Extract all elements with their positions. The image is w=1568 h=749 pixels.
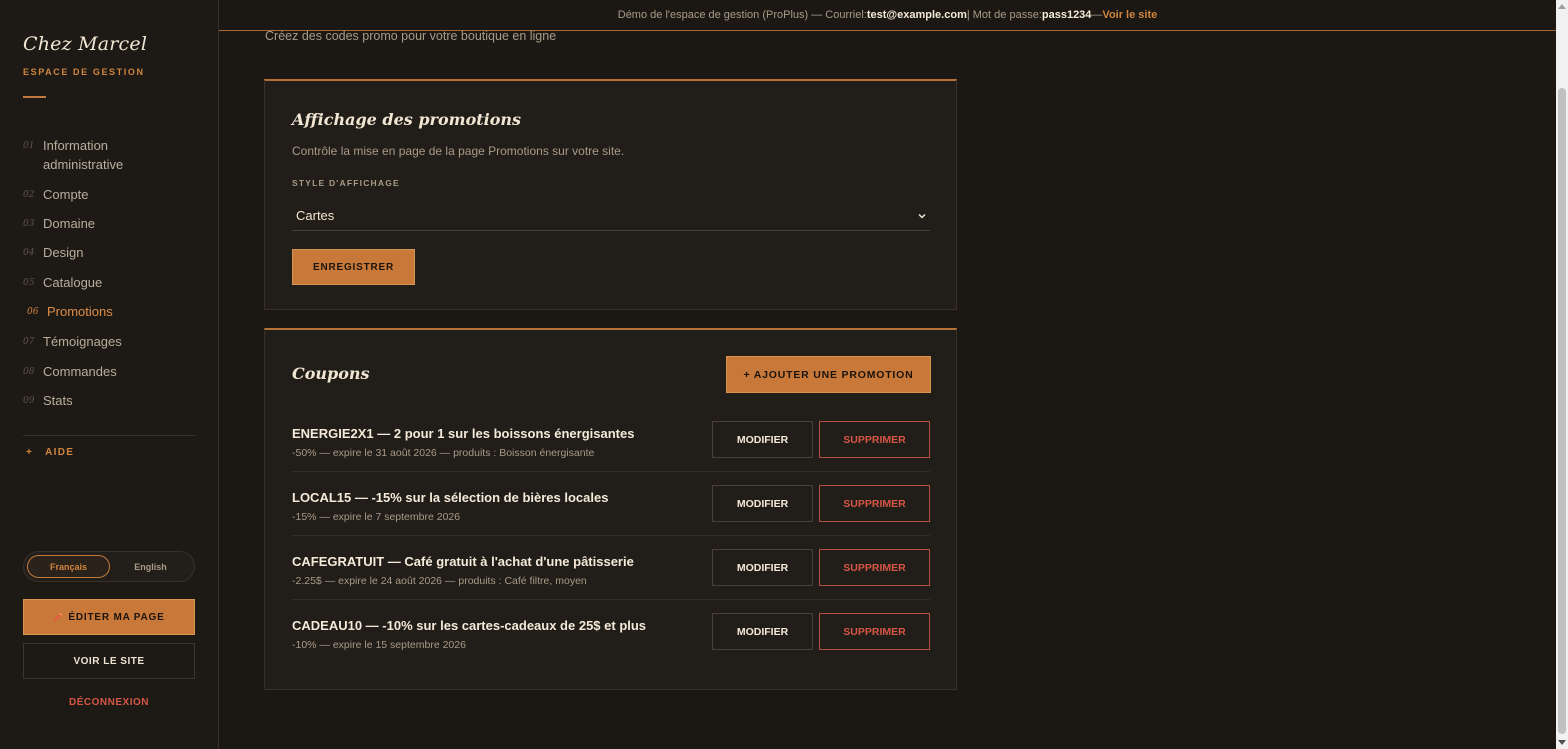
pencil-icon [54, 613, 63, 621]
save-button[interactable]: ENREGISTRER [292, 249, 415, 285]
brand-divider [23, 96, 46, 98]
sidebar-item-commandes[interactable]: 08 Commandes [23, 362, 195, 391]
modify-button[interactable]: MODIFIER [712, 549, 813, 586]
banner-view-site-link[interactable]: Voir le site [1102, 9, 1157, 21]
banner-separator: | Mot de passe: [966, 9, 1042, 21]
coupon-details: -2.25$ — expire le 24 août 2026 — produi… [292, 575, 587, 587]
sidebar-item-design[interactable]: 04 Design [23, 243, 195, 273]
display-style-select[interactable]: Cartes [292, 201, 930, 231]
banner-email: test@example.com [866, 9, 967, 21]
language-toggle: Français English [23, 551, 195, 582]
sidebar-item-label: Commandes [43, 364, 117, 379]
banner-prefix: Démo de l'espace de gestion (ProPlus) — … [617, 9, 867, 21]
banner-password: pass1234 [1041, 9, 1092, 21]
modify-button[interactable]: MODIFIER [712, 613, 813, 650]
edit-page-label: ÉDITER MA PAGE [68, 611, 165, 623]
sidebar-item-label: Compte [43, 187, 89, 202]
help-link[interactable]: + AIDE [26, 447, 74, 458]
coupon-title: CAFEGRATUIT — Café gratuit à l'achat d'u… [292, 554, 634, 569]
help-label: AIDE [45, 447, 75, 458]
edit-page-button[interactable]: ÉDITER MA PAGE [23, 599, 195, 635]
sidebar-item-compte[interactable]: 02 Compte [23, 185, 195, 214]
modify-button[interactable]: MODIFIER [712, 485, 813, 522]
nav-number: 06 [27, 307, 39, 317]
modify-button[interactable]: MODIFIER [712, 421, 813, 458]
sidebar-item-stats[interactable]: 09 Stats [23, 391, 195, 420]
select-value: Cartes [296, 208, 335, 223]
promotions-display-panel: Affichage des promotions Contrôle la mis… [264, 79, 957, 310]
coupon-details: -50% — expire le 31 août 2026 — produits… [292, 447, 595, 459]
panel-title: Coupons [292, 364, 370, 383]
nav-number: 04 [23, 248, 35, 258]
nav-number: 02 [23, 190, 35, 200]
nav-number: 05 [23, 278, 35, 288]
sidebar-item-label: Promotions [47, 304, 113, 319]
delete-button[interactable]: SUPPRIMER [819, 613, 930, 650]
logout-button[interactable]: DÉCONNEXION [23, 697, 195, 708]
panel-description: Contrôle la mise en page de la page Prom… [292, 144, 625, 158]
sidebar: Chez Marcel ESPACE DE GESTION 01 Informa… [0, 0, 219, 749]
coupon-title: LOCAL15 — -15% sur la sélection de bière… [292, 490, 609, 505]
coupons-panel: Coupons + AJOUTER UNE PROMOTION ENERGIE2… [264, 328, 957, 690]
banner-dash: — [1091, 9, 1103, 21]
add-promotion-button[interactable]: + AJOUTER UNE PROMOTION [726, 356, 931, 393]
demo-banner: Démo de l'espace de gestion (ProPlus) — … [219, 0, 1556, 31]
chevron-down-icon [918, 213, 926, 219]
sidebar-item-label: Catalogue [43, 275, 103, 290]
delete-button[interactable]: SUPPRIMER [819, 485, 930, 522]
nav-number: 08 [23, 367, 35, 377]
scrollbar-thumb[interactable] [1558, 88, 1566, 734]
coupon-row: LOCAL15 — -15% sur la sélection de bière… [292, 472, 930, 536]
coupon-title: CADEAU10 — -10% sur les cartes-cadeaux d… [292, 618, 647, 633]
scroll-up-arrow-icon[interactable] [1558, 4, 1566, 9]
sidebar-item-label: Témoignages [43, 334, 122, 349]
display-style-label: STYLE D'AFFICHAGE [292, 178, 400, 188]
sidebar-item-promotions[interactable]: 06 Promotions [23, 302, 195, 332]
view-site-button[interactable]: VOIR LE SITE [23, 643, 195, 679]
sidebar-item-label: Stats [43, 393, 73, 408]
panel-title: Affichage des promotions [292, 110, 522, 129]
sidebar-item-label: Design [43, 245, 84, 260]
page-subtitle: Créez des codes promo pour votre boutiqu… [265, 29, 557, 43]
nav-number: 09 [23, 396, 35, 406]
sidebar-item-label: Information administrative [43, 138, 124, 172]
sidebar-nav: 01 Information administrative 02 Compte … [23, 136, 195, 420]
coupon-row: CADEAU10 — -10% sur les cartes-cadeaux d… [292, 600, 930, 664]
plus-icon: + [26, 447, 34, 458]
sidebar-item-domaine[interactable]: 03 Domaine [23, 214, 195, 243]
nav-number: 03 [23, 219, 35, 229]
coupon-row: CAFEGRATUIT — Café gratuit à l'achat d'u… [292, 536, 930, 600]
coupon-details: -10% — expire le 15 septembre 2026 [292, 639, 466, 651]
nav-number: 07 [23, 337, 35, 347]
page-scrollbar[interactable] [1556, 0, 1568, 749]
nav-number: 01 [23, 141, 35, 151]
sidebar-item-label: Domaine [43, 216, 96, 231]
coupon-details: -15% — expire le 7 septembre 2026 [292, 511, 461, 523]
delete-button[interactable]: SUPPRIMER [819, 421, 930, 458]
brand-name[interactable]: Chez Marcel [23, 33, 147, 55]
brand-subtitle: ESPACE DE GESTION [23, 67, 145, 77]
language-english-button[interactable]: English [110, 555, 191, 578]
language-french-button[interactable]: Français [27, 555, 110, 578]
coupon-title: ENERGIE2X1 — 2 pour 1 sur les boissons é… [292, 426, 635, 441]
delete-button[interactable]: SUPPRIMER [819, 549, 930, 586]
sidebar-divider [23, 435, 195, 436]
sidebar-item-catalogue[interactable]: 05 Catalogue [23, 273, 195, 302]
sidebar-item-information[interactable]: 01 Information administrative [23, 136, 195, 185]
coupon-row: ENERGIE2X1 — 2 pour 1 sur les boissons é… [292, 408, 930, 472]
scroll-down-arrow-icon[interactable] [1558, 740, 1566, 745]
sidebar-item-temoignages[interactable]: 07 Témoignages [23, 332, 195, 362]
